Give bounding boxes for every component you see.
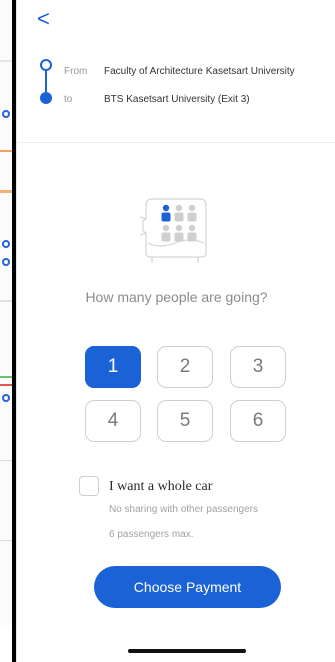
section-divider	[17, 142, 335, 143]
route-summary: From Faculty of Architecture Kasetsart U…	[37, 56, 335, 106]
passenger-option-1[interactable]: 1	[85, 346, 141, 388]
map-pin-icon	[2, 110, 10, 118]
shared-car-seats-icon	[140, 198, 207, 263]
from-label: From	[64, 66, 88, 77]
passenger-option-6[interactable]: 6	[230, 400, 286, 442]
passenger-sheet: < From Faculty of Architecture Kasetsart…	[16, 0, 335, 662]
route-connector-line	[45, 71, 47, 94]
choose-payment-button[interactable]: Choose Payment	[94, 566, 281, 608]
to-value: BTS Kasetsart University (Exit 3)	[104, 94, 250, 105]
map-pin-icon	[2, 394, 10, 402]
route-destination-icon	[40, 92, 52, 104]
map-road	[0, 384, 12, 386]
map-road	[0, 540, 12, 541]
passenger-option-5[interactable]: 5	[157, 400, 213, 442]
map-pin-icon	[2, 258, 10, 266]
map-background	[0, 0, 16, 662]
passenger-option-3[interactable]: 3	[230, 346, 286, 388]
passenger-count-question: How many people are going?	[85, 289, 268, 305]
whole-car-capacity: 6 passengers max.	[109, 529, 194, 540]
map-road	[0, 190, 12, 193]
map-road	[0, 300, 12, 302]
map-road	[0, 60, 12, 62]
from-value: Faculty of Architecture Kasetsart Univer…	[104, 66, 295, 77]
to-label: to	[64, 94, 73, 105]
whole-car-checkbox[interactable]	[79, 476, 99, 496]
route-origin-icon	[40, 59, 52, 71]
map-pin-icon	[2, 240, 10, 248]
map-peek	[0, 0, 12, 625]
map-road	[0, 460, 12, 461]
whole-car-subtitle: No sharing with other passengers	[109, 504, 258, 515]
home-indicator	[128, 649, 246, 653]
passenger-option-4[interactable]: 4	[85, 400, 141, 442]
back-chevron-icon[interactable]: <	[37, 8, 57, 30]
map-road	[0, 376, 12, 378]
map-bottom-bar	[0, 625, 12, 662]
passenger-option-2[interactable]: 2	[157, 346, 213, 388]
map-road	[0, 150, 12, 152]
whole-car-title: I want a whole car	[109, 479, 213, 494]
